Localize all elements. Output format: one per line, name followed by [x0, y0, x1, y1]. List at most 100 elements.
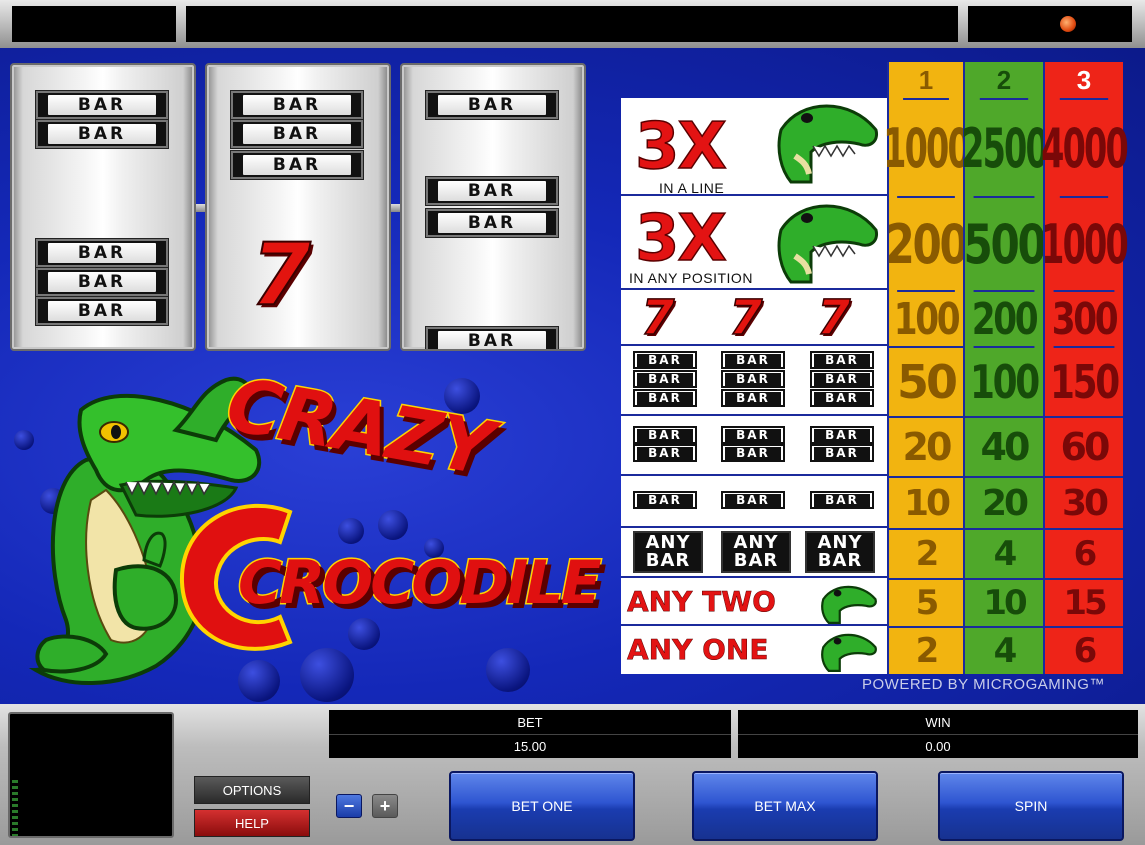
- bar-symbol: BAR: [721, 491, 785, 509]
- payout-cell: 30: [1045, 476, 1123, 528]
- paytable-row-any-two: ANY TWO: [621, 578, 887, 626]
- paytable: 3X IN A LINE 3X IN ANY POSITION 7 7 7 BA…: [621, 98, 887, 674]
- paytable-row-any-one: ANY ONE: [621, 626, 887, 674]
- reel-1: BAR BAR BAR BAR BAR: [10, 63, 196, 351]
- options-button[interactable]: OPTIONS: [194, 776, 310, 804]
- paytable-row-3x-line: 3X IN A LINE: [621, 98, 887, 196]
- slot-game: BAR BAR BAR BAR BAR BAR BAR BAR 7 BAR BA…: [0, 0, 1145, 845]
- bar-symbol: BAR: [810, 351, 874, 369]
- win-value: 0.00: [738, 734, 1138, 758]
- seven-symbol: 7: [816, 289, 851, 347]
- bar-symbol: BAR: [633, 389, 697, 407]
- payout-cell: 100: [970, 346, 1040, 416]
- reel-symbol-bar: BAR: [35, 238, 169, 268]
- bar-symbol: BAR: [721, 351, 785, 369]
- payout-cell: 4000: [1041, 98, 1129, 196]
- payout-column-3: 3 4000 1000 300 150 60 30 6 15 6: [1041, 62, 1129, 674]
- payout-cell: 2: [889, 528, 963, 578]
- payout-cell: 5: [889, 578, 963, 626]
- win-label: WIN: [738, 710, 1138, 734]
- reel-symbol-bar: BAR: [35, 90, 169, 120]
- crocodile-head-icon: [777, 104, 879, 184]
- bar-symbol: BAR: [810, 491, 874, 509]
- paytable-row-any-bar: ANY BAR ANY BAR ANY BAR: [621, 528, 887, 578]
- payout-cell: 4: [965, 626, 1043, 674]
- multiplier-label: 3X: [634, 201, 727, 277]
- reel-symbol-bar: BAR: [230, 90, 364, 120]
- crocodile-head-icon: [777, 204, 879, 284]
- reel-symbol-bar: BAR: [35, 267, 169, 297]
- payout-cell: 15: [1045, 578, 1123, 626]
- any-bar-symbol: ANY BAR: [721, 531, 791, 573]
- multiplier-label: 3X: [634, 109, 727, 185]
- row-caption: IN ANY POSITION: [629, 270, 753, 286]
- bar-symbol: BAR: [721, 444, 785, 462]
- top-bar: [0, 0, 1145, 48]
- payout-column-header: 2: [996, 64, 1012, 95]
- bar-symbol: BAR: [721, 389, 785, 407]
- any-one-label: ANY ONE: [627, 633, 769, 667]
- powered-by-label: POWERED BY MICROGAMING™: [862, 676, 1105, 693]
- payout-cell: 300: [1052, 290, 1119, 346]
- payout-cell: 4: [965, 528, 1043, 578]
- payout-column-2: 2 2500 500 200 100 40 20 4 10 4: [961, 62, 1049, 674]
- bar-symbol: BAR: [633, 370, 697, 388]
- any-bar-symbol: ANY BAR: [633, 531, 703, 573]
- bubble: [348, 618, 380, 650]
- reel-symbol-bar: BAR: [230, 150, 364, 180]
- payout-cell: 20: [965, 476, 1043, 528]
- seven-symbol: 7: [640, 289, 675, 347]
- reel-symbol-bar: BAR: [425, 326, 559, 349]
- payout-cell: 40: [965, 416, 1043, 476]
- help-button[interactable]: HELP: [194, 809, 310, 837]
- payout-cell: 6: [1045, 528, 1123, 578]
- reel-symbol-bar: BAR: [425, 176, 559, 206]
- bar-symbol: BAR: [810, 389, 874, 407]
- paytable-row-single-bar: BAR BAR BAR: [621, 476, 887, 528]
- bar-symbol: BAR: [810, 426, 874, 444]
- top-display-right: [968, 6, 1132, 42]
- crocodile-head-icon: [821, 633, 877, 672]
- reel-symbol-bar: BAR: [425, 208, 559, 238]
- payout-cell: 20: [889, 416, 963, 476]
- bar-symbol: BAR: [721, 426, 785, 444]
- reel-symbol-bar: BAR: [230, 119, 364, 149]
- reel-symbol-bar: BAR: [35, 119, 169, 149]
- reel-symbol-bar: BAR: [425, 90, 559, 120]
- payout-column-1: 1 1000 200 100 50 20 10 2 5 2: [883, 62, 971, 674]
- status-light-icon: [1060, 16, 1076, 32]
- decrease-bet-button[interactable]: −: [336, 794, 362, 818]
- payout-cell: 2500: [961, 98, 1049, 196]
- payout-cell: 50: [889, 346, 963, 416]
- payout-cell: 60: [1045, 416, 1123, 476]
- seven-symbol: 7: [728, 289, 763, 347]
- increase-bet-button[interactable]: +: [372, 794, 398, 818]
- bar-symbol: BAR: [633, 426, 697, 444]
- spin-button[interactable]: SPIN: [938, 771, 1124, 841]
- paytable-row-triple-bar: BAR BAR BAR BAR BAR BAR BAR BAR BAR: [621, 346, 887, 416]
- payout-cell: 200: [886, 196, 969, 290]
- bet-max-button[interactable]: BET MAX: [692, 771, 878, 841]
- payout-cell: 6: [1045, 626, 1123, 674]
- payout-cell: 1000: [1041, 196, 1129, 290]
- reel-3: BAR BAR BAR BAR: [400, 63, 586, 351]
- reel-symbol-bar: BAR: [35, 296, 169, 326]
- payout-cell: 500: [964, 196, 1047, 290]
- paytable-row-double-bar: BAR BAR BAR BAR BAR BAR: [621, 416, 887, 476]
- row-caption: IN A LINE: [659, 180, 725, 196]
- top-display-center: [186, 6, 958, 42]
- paytable-row-sevens: 7 7 7: [621, 289, 887, 347]
- bar-symbol: BAR: [810, 370, 874, 388]
- paytable-row-3x-any: 3X IN ANY POSITION: [621, 196, 887, 290]
- logo-word-crocodile: CROCODILE: [237, 547, 604, 620]
- volume-level-icon: [12, 780, 18, 836]
- bet-value: 15.00: [329, 734, 731, 758]
- bet-one-button[interactable]: BET ONE: [449, 771, 635, 841]
- bet-label: BET: [329, 710, 731, 734]
- info-screen: [8, 712, 174, 838]
- payout-cell: 1000: [883, 98, 971, 196]
- any-bar-symbol: ANY BAR: [805, 531, 875, 573]
- bar-symbol: BAR: [633, 351, 697, 369]
- crocodile-head-icon: [821, 585, 877, 624]
- payout-cell: 10: [889, 476, 963, 528]
